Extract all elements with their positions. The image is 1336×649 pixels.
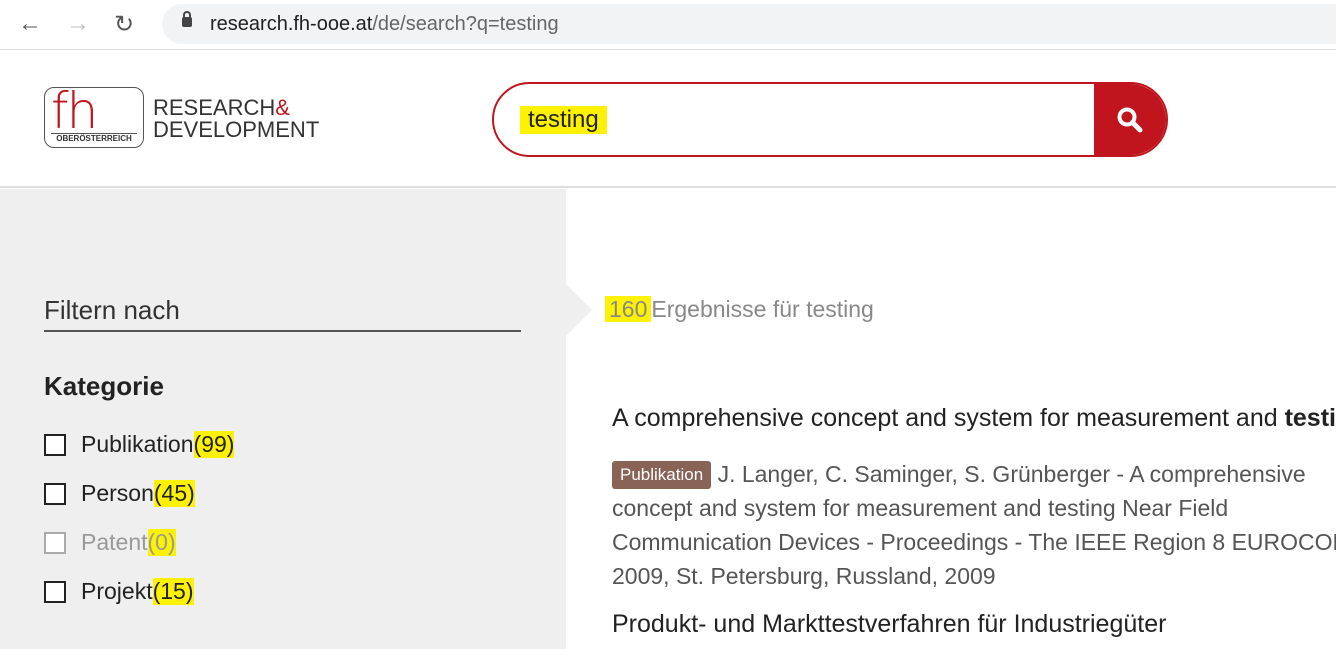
search-button[interactable] [1094, 84, 1166, 155]
search-icon [1117, 107, 1143, 133]
category-count: (45) [153, 480, 195, 507]
checkbox[interactable] [44, 433, 66, 456]
category-projekt[interactable]: Projekt (15) [44, 578, 194, 605]
result-count-number: 160 [605, 296, 652, 322]
url-host: research.fh-ooe.at [210, 13, 373, 35]
logo-line2: DEVELOPMENT [153, 117, 320, 142]
filter-heading: Filtern nach [44, 295, 521, 332]
result-citation: J. Langer, C. Saminger, S. Grünberger - … [612, 461, 1336, 589]
search-box[interactable]: testing [492, 82, 1168, 157]
sidebar-notch [566, 284, 592, 336]
result-title[interactable]: A comprehensive concept and system for m… [612, 404, 1336, 433]
category-publikation[interactable]: Publikation (99) [44, 431, 235, 458]
search-input[interactable]: testing [520, 106, 607, 134]
category-count: (15) [152, 578, 194, 605]
result-title[interactable]: Produkt- und Markttestverfahren für Indu… [612, 610, 1166, 639]
result-count-text: Ergebnisse für testing [651, 296, 874, 322]
result-count: 160 Ergebnisse für testing [605, 296, 874, 323]
category-count: (0) [147, 529, 176, 556]
category-count: (99) [193, 431, 235, 458]
forward-icon[interactable]: → [66, 10, 90, 38]
category-patent: Patent (0) [44, 529, 176, 556]
category-label: Patent [81, 529, 148, 555]
type-badge: Publikation [612, 461, 712, 489]
filter-sidebar: Filtern nach Kategorie Publikation (99) P… [0, 189, 566, 649]
logo-sub: OBERÖSTERREICH [51, 133, 137, 143]
reload-icon[interactable]: ↻ [114, 10, 134, 39]
site-header: fh OBERÖSTERREICH RESEARCH& DEVELOPMENT … [0, 51, 1336, 188]
logo-fh: fh [51, 82, 98, 140]
logo[interactable]: fh OBERÖSTERREICH [44, 82, 144, 148]
result-title-highlight: testing [1284, 404, 1336, 432]
url-path: /de/search?q=testing [372, 13, 559, 35]
category-label: Projekt [81, 578, 153, 604]
category-person[interactable]: Person (45) [44, 480, 195, 507]
result-meta: Publikation J. Langer, C. Saminger, S. G… [612, 457, 1336, 593]
category-label: Person [81, 480, 154, 506]
category-heading: Kategorie [44, 371, 164, 401]
address-bar[interactable]: research.fh-ooe.at/de/search?q=testing [162, 4, 1336, 44]
checkbox [44, 531, 66, 554]
back-icon[interactable]: ← [18, 10, 42, 38]
checkbox[interactable] [44, 482, 66, 505]
browser-toolbar: ← → ↻ research.fh-ooe.at/de/search?q=tes… [0, 0, 1336, 50]
category-label: Publikation [81, 431, 194, 457]
result-title-text: A comprehensive concept and system for m… [612, 404, 1285, 432]
lock-icon [182, 11, 192, 27]
logo-text: RESEARCH& DEVELOPMENT [153, 97, 319, 141]
checkbox[interactable] [44, 580, 66, 603]
